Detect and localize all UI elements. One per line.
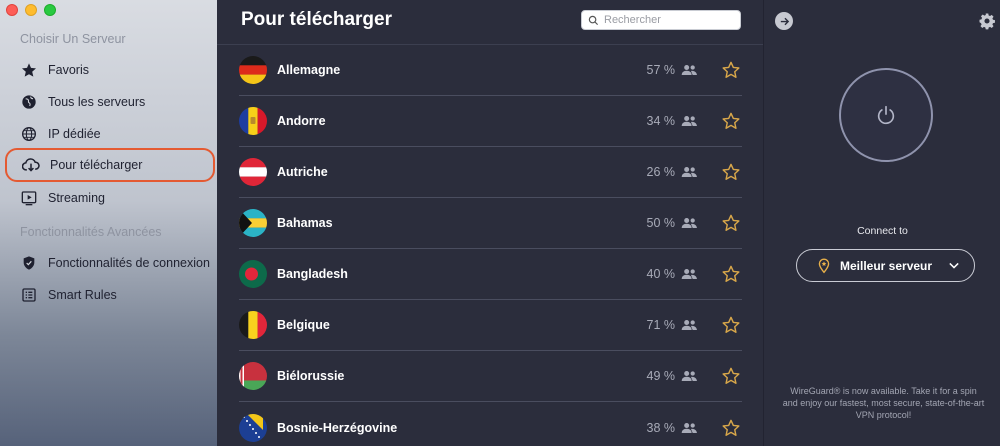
server-load: 38 % [646, 420, 676, 435]
server-row-bosnie-herzegovine[interactable]: Bosnie-Herzégovine 38 % [239, 402, 742, 446]
server-load: 26 % [646, 165, 676, 179]
server-load: 71 % [646, 318, 676, 332]
server-load: 49 % [646, 369, 676, 383]
users-icon [681, 216, 699, 230]
favorite-star-icon[interactable] [721, 111, 741, 131]
server-row-autriche[interactable]: Autriche 26 % [239, 147, 742, 198]
arrow-right-icon[interactable] [775, 12, 793, 30]
minimize-window-button[interactable] [25, 4, 37, 16]
search-icon [588, 15, 599, 25]
users-icon [681, 369, 699, 383]
country-name: Andorre [277, 114, 326, 128]
sidebar-item-ip-dediee[interactable]: IP dédiée [20, 122, 101, 146]
country-name: Bangladesh [277, 267, 348, 281]
window-controls [6, 4, 56, 16]
users-icon [681, 63, 699, 77]
chevron-down-icon [949, 262, 959, 269]
sidebar-item-fonctionnalites-connexion[interactable]: Fonctionnalités de connexion [20, 251, 210, 275]
sidebar-item-streaming[interactable]: Streaming [20, 186, 105, 210]
sidebar-item-pour-telecharger[interactable]: Pour télécharger [5, 148, 215, 182]
favorite-star-icon[interactable] [721, 418, 741, 438]
flag-belgium-icon [239, 311, 267, 339]
favorite-star-icon[interactable] [721, 162, 741, 182]
sidebar-item-label: Tous les serveurs [48, 95, 146, 109]
sidebar-item-label: Fonctionnalités de connexion [48, 256, 210, 270]
server-row-bahamas[interactable]: Bahamas 50 % [239, 198, 742, 249]
globe-icon [20, 93, 38, 111]
search-box[interactable] [581, 10, 741, 30]
flag-bosnia-icon [239, 413, 267, 442]
country-name: Allemagne [277, 63, 341, 77]
sidebar-item-label: Pour télécharger [50, 158, 143, 172]
flag-bangladesh-icon [239, 260, 267, 288]
server-row-belgique[interactable]: Belgique 71 % [239, 300, 742, 351]
server-row-bielorussie[interactable]: Biélorussie 49 % [239, 351, 742, 402]
close-window-button[interactable] [6, 4, 18, 16]
users-icon [681, 165, 699, 179]
server-load: 40 % [646, 267, 676, 281]
sidebar: Choisir Un Serveur Favoris Tous les serv… [0, 0, 217, 446]
server-row-allemagne[interactable]: Allemagne 57 % [239, 45, 742, 96]
cloud-download-icon [22, 156, 40, 174]
country-name: Autriche [277, 165, 328, 179]
power-icon [877, 105, 895, 125]
country-name: Bosnie-Herzégovine [277, 420, 398, 435]
gear-icon[interactable] [978, 12, 996, 30]
server-load: 34 % [646, 114, 676, 128]
server-load: 50 % [646, 216, 676, 230]
sidebar-item-label: Smart Rules [48, 288, 117, 302]
favorite-star-icon[interactable] [721, 315, 741, 335]
favorite-star-icon[interactable] [721, 213, 741, 233]
flag-germany-icon [239, 56, 267, 84]
favorite-star-icon[interactable] [721, 264, 741, 284]
sidebar-item-smart-rules[interactable]: Smart Rules [20, 283, 117, 307]
flag-bahamas-icon [239, 209, 267, 237]
ip-globe-icon [20, 125, 38, 143]
country-name: Biélorussie [277, 369, 345, 383]
flag-austria-icon [239, 158, 267, 186]
sidebar-item-label: IP dédiée [48, 127, 101, 141]
country-name: Belgique [277, 318, 330, 332]
wireguard-notice: WireGuard® is now available. Take it for… [782, 386, 985, 420]
server-load: 57 % [646, 63, 676, 77]
favorite-star-icon[interactable] [721, 366, 741, 386]
users-icon [681, 318, 699, 332]
play-screen-icon [20, 189, 38, 207]
power-button[interactable] [839, 68, 933, 162]
zoom-window-button[interactable] [44, 4, 56, 16]
server-row-bangladesh[interactable]: Bangladesh 40 % [239, 249, 742, 300]
sidebar-item-label: Streaming [48, 191, 105, 205]
list-icon [20, 286, 38, 304]
users-icon [681, 421, 699, 435]
server-list-panel: Pour télécharger Allemagne 57 % Andorre … [217, 0, 763, 446]
sidebar-item-tous-les-serveurs[interactable]: Tous les serveurs [20, 90, 145, 114]
sidebar-item-label: Favoris [48, 63, 89, 77]
users-icon [681, 114, 699, 128]
favorite-star-icon[interactable] [721, 60, 741, 80]
search-input[interactable] [604, 14, 734, 26]
star-icon [20, 61, 38, 79]
section-title-servers: Choisir Un Serveur [20, 32, 126, 46]
best-server-dropdown[interactable]: Meilleur serveur [796, 249, 975, 282]
page-title: Pour télécharger [241, 9, 392, 30]
section-title-advanced: Fonctionnalités Avancées [20, 225, 162, 239]
flag-belarus-icon [239, 362, 267, 390]
connect-to-label: Connect to [857, 225, 908, 237]
server-row-andorre[interactable]: Andorre 34 % [239, 96, 742, 147]
users-icon [681, 267, 699, 281]
shield-icon [20, 254, 38, 272]
flag-andorra-icon [239, 107, 267, 135]
location-pin-icon [818, 257, 830, 273]
best-server-label: Meilleur serveur [840, 258, 933, 273]
country-name: Bahamas [277, 216, 333, 230]
sidebar-item-favoris[interactable]: Favoris [20, 58, 89, 82]
connection-panel: Connect to Meilleur serveur WireGuard® i… [763, 0, 1000, 446]
